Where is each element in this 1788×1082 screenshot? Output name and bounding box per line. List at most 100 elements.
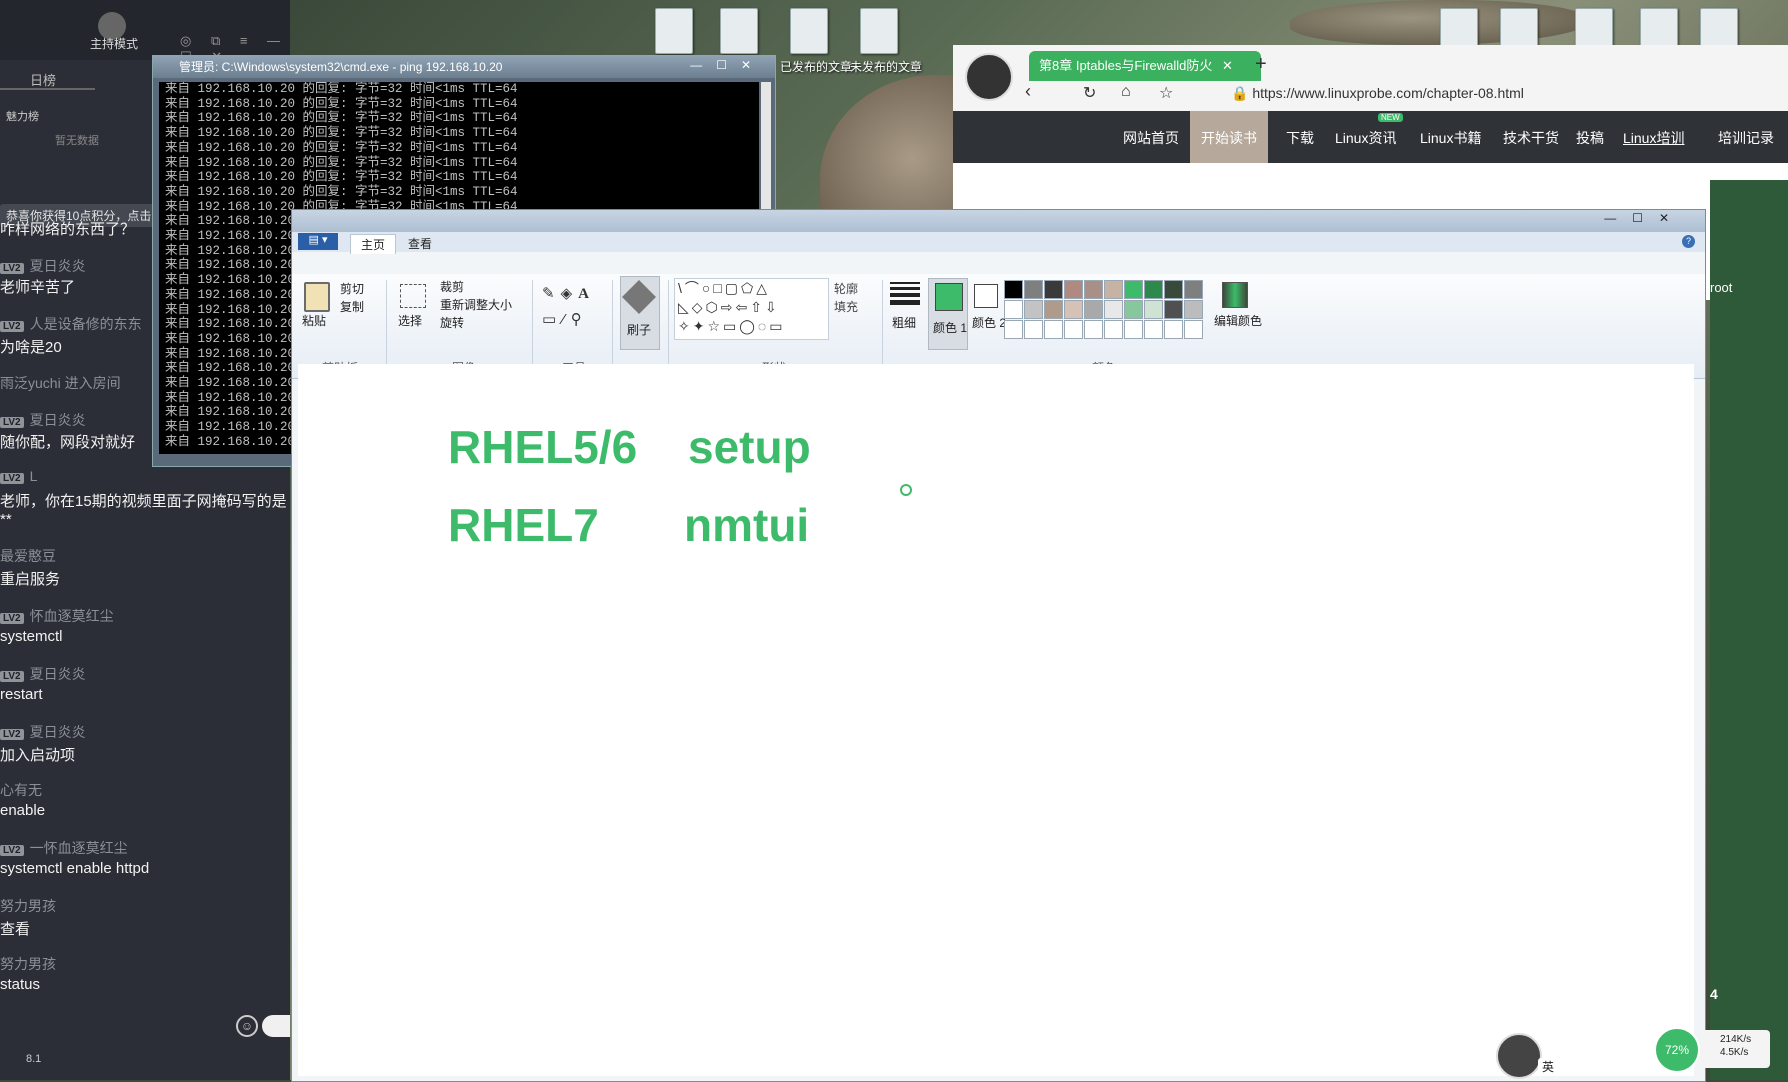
palette-swatch-empty[interactable]	[1064, 320, 1083, 339]
host-mode-label[interactable]: 主持模式	[90, 35, 138, 52]
desktop-file-icon[interactable]	[720, 8, 758, 54]
size-icon[interactable]	[890, 282, 920, 305]
chat-username[interactable]: 夏日炎炎	[30, 666, 86, 682]
nav-home[interactable]: 网站首页	[1123, 128, 1179, 148]
new-tab-icon[interactable]: +	[1255, 53, 1267, 76]
cut-button[interactable]: 剪切	[340, 280, 364, 297]
nav-download[interactable]: 下载	[1286, 128, 1314, 148]
palette-swatch[interactable]	[1004, 300, 1023, 319]
palette-swatch[interactable]	[1184, 280, 1203, 299]
color2-swatch[interactable]	[974, 284, 998, 308]
palette-swatch[interactable]	[1164, 280, 1183, 299]
fill-bucket-icon[interactable]: ◈	[561, 285, 579, 302]
palette-swatch[interactable]	[1004, 280, 1023, 299]
nav-submit[interactable]: 投稿	[1576, 128, 1604, 148]
palette-swatch[interactable]	[1144, 300, 1163, 319]
nav-start-reading[interactable]: 开始读书	[1201, 128, 1257, 148]
url-bar[interactable]: 🔒 https://www.linuxprobe.com/chapter-08.…	[1231, 85, 1524, 102]
chat-username[interactable]: 夏日炎炎	[30, 724, 86, 740]
pencil-icon[interactable]: ✎	[542, 285, 561, 302]
help-icon[interactable]: ?	[1682, 235, 1695, 248]
color1-button[interactable]: 颜色 1	[928, 278, 968, 350]
chat-username[interactable]: 心有无	[0, 780, 42, 800]
tools-row2[interactable]: ▭⁄⚲	[542, 310, 588, 328]
palette-swatch[interactable]	[1184, 300, 1203, 319]
text-tool-icon[interactable]: A	[578, 286, 595, 302]
palette-swatch[interactable]	[1164, 300, 1183, 319]
palette-swatch[interactable]	[1124, 300, 1143, 319]
color2-button[interactable]: 颜色 2	[972, 314, 1006, 331]
file-menu-button[interactable]: ▤ ▾	[298, 233, 338, 250]
color-picker-icon[interactable]: ⁄	[562, 311, 571, 328]
paste-button[interactable]: 粘贴	[302, 312, 326, 329]
paint-window[interactable]: —☐✕ ▤ ▾ 主页 查看 ? 粘贴 剪切 复制 剪贴板 选择 裁剪 重新调整大…	[291, 209, 1706, 1082]
chat-username[interactable]: 一怀血逐莫红尘	[30, 840, 128, 856]
nav-linux-books[interactable]: Linux书籍	[1420, 128, 1481, 148]
chat-input-edge[interactable]	[262, 1015, 290, 1037]
nav-training-records[interactable]: 培训记录	[1718, 128, 1774, 148]
palette-swatch-empty[interactable]	[1184, 320, 1203, 339]
home-icon[interactable]: ⌂	[1121, 83, 1131, 101]
streamer-avatar[interactable]	[1496, 1033, 1542, 1079]
tab-view[interactable]: 查看	[398, 234, 442, 253]
palette-swatch[interactable]	[1124, 280, 1143, 299]
tools-row1[interactable]: ✎◈A	[542, 284, 595, 303]
eraser-icon[interactable]: ▭	[542, 311, 562, 328]
brushes-button[interactable]: 刷子	[620, 276, 660, 350]
rotate-button[interactable]: 旋转	[440, 314, 464, 331]
desktop-file-icon[interactable]	[860, 8, 898, 54]
cmd-window-controls[interactable]: —☐✕	[690, 58, 765, 72]
palette-swatch[interactable]	[1044, 280, 1063, 299]
palette-swatch[interactable]	[1084, 300, 1103, 319]
palette-swatch-empty[interactable]	[1124, 320, 1143, 339]
nav-tech[interactable]: 技术干货	[1503, 128, 1559, 148]
browser-avatar[interactable]	[965, 53, 1013, 101]
palette-swatch-empty[interactable]	[1144, 320, 1163, 339]
emoji-icon[interactable]: ☺	[236, 1015, 258, 1037]
palette-swatch[interactable]	[1044, 300, 1063, 319]
paint-titlebar[interactable]: —☐✕	[292, 210, 1705, 232]
performance-percent[interactable]: 72%	[1654, 1027, 1700, 1073]
edit-colors-icon[interactable]	[1222, 282, 1248, 308]
desktop-label[interactable]: 未发布的文章	[850, 58, 922, 75]
nav-linux-news[interactable]: Linux资讯	[1335, 128, 1396, 148]
nav-linux-training[interactable]: Linux培训	[1623, 128, 1684, 148]
drawing-canvas[interactable]: RHEL5/6 setup RHEL7 nmtui	[298, 364, 1694, 1076]
palette-swatch[interactable]	[1024, 300, 1043, 319]
chat-username[interactable]: 夏日炎炎	[30, 412, 86, 428]
palette-swatch-empty[interactable]	[1104, 320, 1123, 339]
palette-swatch[interactable]	[1104, 280, 1123, 299]
palette-swatch[interactable]	[1104, 300, 1123, 319]
browser-tab[interactable]: 第8章 Iptables与Firewalld防火 ✕	[1029, 51, 1261, 81]
color-palette[interactable]	[1004, 280, 1204, 340]
chat-username[interactable]: 怀血逐莫红尘	[30, 608, 114, 624]
tab-daily-rank[interactable]: 日榜	[30, 70, 56, 89]
outline-button[interactable]: 轮廓	[834, 280, 858, 297]
size-button[interactable]: 粗细	[892, 314, 916, 331]
palette-swatch[interactable]	[1064, 300, 1083, 319]
close-tab-icon[interactable]: ✕	[1222, 58, 1233, 73]
ime-indicator[interactable]: 英	[1538, 1058, 1559, 1075]
desktop-label[interactable]: 已发布的文章	[780, 58, 852, 75]
select-icon[interactable]	[400, 284, 426, 308]
chat-username[interactable]: 最爱憨豆	[0, 546, 56, 566]
back-icon[interactable]: ‹	[1025, 81, 1031, 102]
cmd-titlebar[interactable]: 管理员: C:\Windows\system32\cmd.exe - ping …	[153, 56, 775, 78]
palette-swatch-empty[interactable]	[1164, 320, 1183, 339]
desktop-file-icon[interactable]	[790, 8, 828, 54]
shapes-gallery[interactable]: \⌒○□▢⬠△ ◺◇⬡⇨⇦⇧⇩ ✧✦☆▭◯◌▭	[674, 278, 829, 340]
crop-button[interactable]: 裁剪	[440, 278, 464, 295]
chat-username[interactable]: 努力男孩	[0, 954, 56, 974]
fill-button[interactable]: 填充	[834, 298, 858, 315]
palette-swatch[interactable]	[1144, 280, 1163, 299]
palette-swatch-empty[interactable]	[1084, 320, 1103, 339]
tab-home[interactable]: 主页	[350, 234, 397, 254]
palette-swatch[interactable]	[1084, 280, 1103, 299]
bookmark-icon[interactable]: ☆	[1159, 83, 1173, 103]
palette-swatch-empty[interactable]	[1044, 320, 1063, 339]
palette-swatch[interactable]	[1024, 280, 1043, 299]
chat-username[interactable]: 人是设备修的东东	[30, 316, 142, 332]
chat-username[interactable]: L	[30, 468, 38, 484]
magnifier-icon[interactable]: ⚲	[571, 311, 588, 328]
edit-colors-button[interactable]: 编辑颜色	[1214, 312, 1262, 329]
